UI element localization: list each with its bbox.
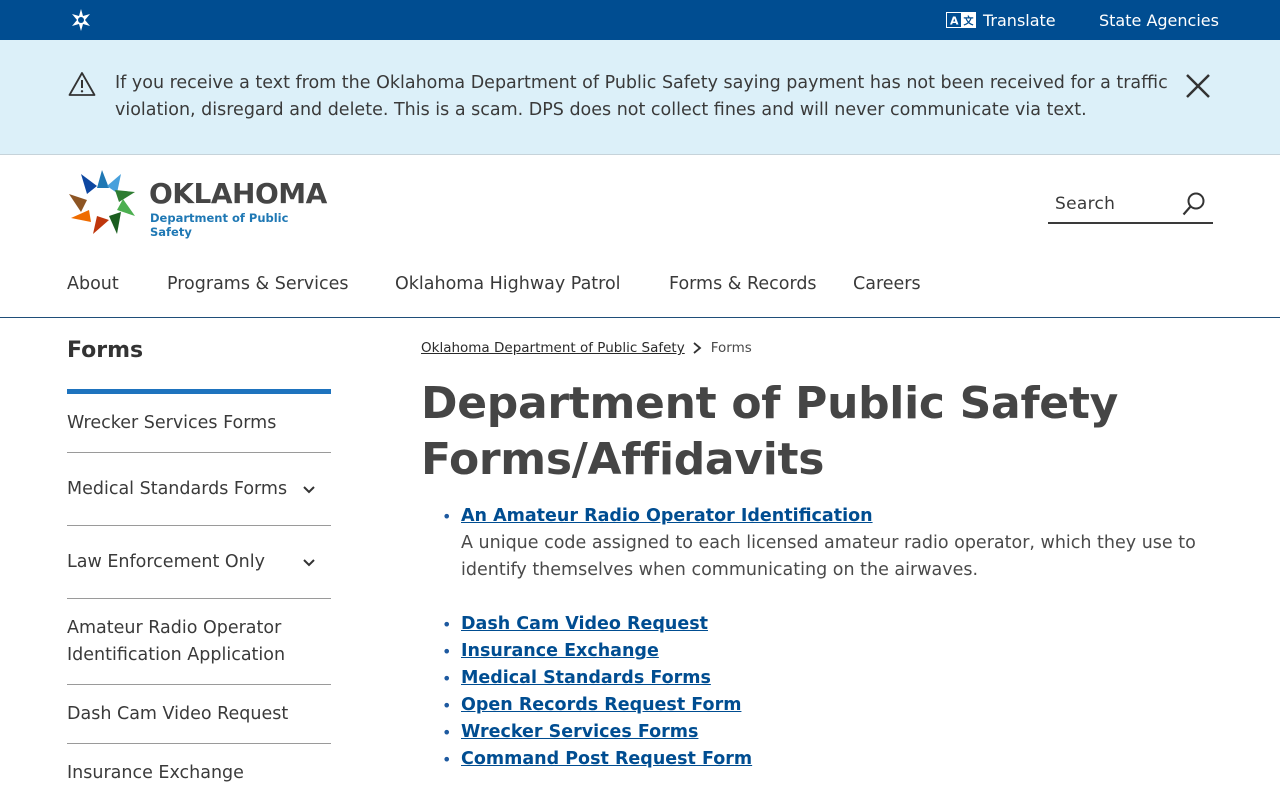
sidebar-item-label: Wrecker Services Forms [67, 413, 277, 433]
breadcrumb-home-link[interactable]: Oklahoma Department of Public Safety [421, 340, 685, 356]
oklahoma-star-logo-icon [69, 170, 135, 234]
link-wrecker-services[interactable]: Wrecker Services Forms [461, 722, 698, 742]
main-navigation: About Programs & Services Oklahoma Highw… [0, 258, 1280, 318]
search-icon[interactable] [1181, 191, 1207, 217]
sidebar-item-medical-standards[interactable]: Medical Standards Forms [67, 453, 331, 526]
list-item: Insurance Exchange [442, 638, 1201, 665]
nav-about[interactable]: About [67, 274, 119, 294]
search-placeholder: Search [1055, 194, 1116, 214]
link-open-records[interactable]: Open Records Request Form [461, 695, 741, 715]
state-agencies-link[interactable]: State Agencies [1099, 0, 1219, 40]
translate-label: Translate [983, 10, 1056, 30]
link-amateur-radio[interactable]: An Amateur Radio Operator Identification [461, 506, 873, 526]
warning-icon [68, 72, 96, 96]
list-item: Command Post Request Form [442, 746, 1201, 773]
nav-forms-records[interactable]: Forms & Records [669, 274, 817, 294]
close-icon[interactable] [1185, 73, 1211, 99]
sidebar-item-label: Law Enforcement Only [67, 552, 265, 572]
sidebar-menu: Wrecker Services Forms Medical Standards… [67, 394, 331, 800]
link-insurance-exchange[interactable]: Insurance Exchange [461, 641, 659, 661]
sidebar-item-amateur-radio[interactable]: Amateur Radio Operator Identification Ap… [67, 599, 331, 685]
sidebar-item-dash-cam[interactable]: Dash Cam Video Request [67, 685, 331, 744]
link-command-post[interactable]: Command Post Request Form [461, 749, 752, 769]
chevron-right-icon [693, 342, 702, 354]
top-bar: A 文 Translate State Agencies [0, 0, 1280, 40]
sidebar-title: Forms [67, 338, 144, 363]
link-dash-cam[interactable]: Dash Cam Video Request [461, 614, 708, 634]
sidebar-item-insurance-exchange[interactable]: Insurance Exchange [67, 744, 331, 800]
link-medical-standards[interactable]: Medical Standards Forms [461, 668, 711, 688]
sidebar-item-label: Medical Standards Forms [67, 479, 288, 499]
list-item: Open Records Request Form [442, 692, 1201, 719]
sidebar-item-wrecker-services[interactable]: Wrecker Services Forms [67, 394, 331, 453]
translate-icon: A 文 [946, 12, 976, 28]
chevron-down-icon[interactable] [302, 556, 316, 570]
link-description: A unique code assigned to each licensed … [461, 533, 1196, 580]
breadcrumb-current: Forms [710, 340, 752, 356]
dps-logo[interactable]: OKLAHOMA Department of Public Safety [67, 168, 327, 240]
logo-title: OKLAHOMA [149, 177, 327, 210]
alert-message: If you receive a text from the Oklahoma … [115, 73, 1168, 120]
nav-careers[interactable]: Careers [853, 274, 921, 294]
svg-text:A: A [950, 15, 959, 28]
scam-alert-banner: If you receive a text from the Oklahoma … [0, 40, 1280, 155]
list-item: Wrecker Services Forms [442, 719, 1201, 746]
sidebar-item-label: Dash Cam Video Request [67, 704, 289, 724]
sidebar-item-label: Amateur Radio Operator Identification Ap… [67, 618, 286, 665]
breadcrumb: Oklahoma Department of Public Safety For… [421, 340, 752, 356]
sidebar-item-label: Insurance Exchange [67, 763, 244, 783]
chevron-down-icon[interactable] [302, 483, 316, 497]
logo-subtitle: Department of Public Safety [150, 211, 289, 239]
oklahoma-star-icon[interactable] [69, 8, 93, 32]
sidebar-item-law-enforcement[interactable]: Law Enforcement Only [67, 526, 331, 599]
list-item: Dash Cam Video Request [442, 611, 1201, 638]
forms-link-list: An Amateur Radio Operator Identification… [442, 503, 1201, 773]
translate-button[interactable]: A 文 Translate [946, 0, 1056, 40]
nav-highway-patrol[interactable]: Oklahoma Highway Patrol [395, 274, 621, 294]
list-item: An Amateur Radio Operator Identification… [442, 503, 1201, 584]
nav-programs-services[interactable]: Programs & Services [167, 274, 349, 294]
svg-text:文: 文 [964, 15, 975, 28]
page-title: Department of Public Safety Forms/Affida… [421, 378, 1118, 485]
search-input[interactable]: Search [1048, 186, 1213, 224]
list-item: Medical Standards Forms [442, 665, 1201, 692]
